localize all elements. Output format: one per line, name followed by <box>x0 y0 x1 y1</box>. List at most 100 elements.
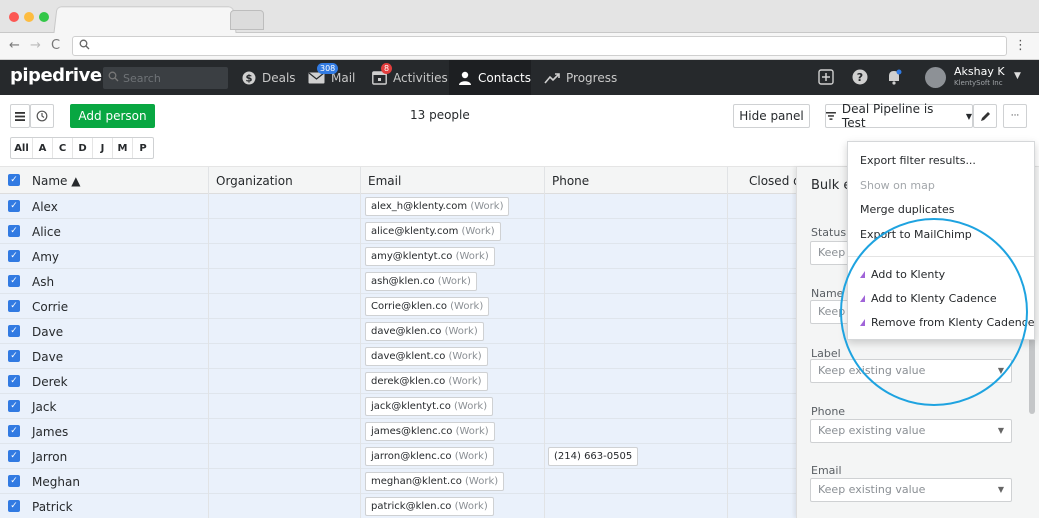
menu-item-export-to-mailchimp[interactable]: Export to MailChimp <box>860 228 972 241</box>
add-icon[interactable] <box>818 69 834 85</box>
letter-filter-a[interactable]: A <box>33 138 53 158</box>
person-name[interactable]: Alex <box>32 200 58 214</box>
letter-filter-c[interactable]: C <box>53 138 73 158</box>
email-value[interactable]: james@klenc.co (Work) <box>365 422 495 441</box>
row-checkbox[interactable]: ✓ <box>8 300 20 312</box>
email-value[interactable]: Corrie@klen.co (Work) <box>365 297 490 316</box>
user-name[interactable]: Akshay K <box>954 65 1005 78</box>
phone-value[interactable]: (214) 663-0505 <box>548 447 639 466</box>
bell-icon[interactable] <box>886 69 902 85</box>
hide-panel-button[interactable]: Hide panel <box>733 104 810 128</box>
email-value[interactable]: amy@klentyt.co (Work) <box>365 247 495 266</box>
email-value[interactable]: patrick@klen.co (Work) <box>365 497 494 516</box>
table-row[interactable]: ✓ Corrie Corrie@klen.co (Work) <box>0 294 800 319</box>
pipedrive-logo[interactable]: pipedrive <box>10 65 102 86</box>
email-value[interactable]: ash@klen.co (Work) <box>365 272 477 291</box>
menu-item-export-filter-results[interactable]: Export filter results... <box>860 154 976 167</box>
nav-activities[interactable]: Activities 8 <box>364 60 456 95</box>
nav-progress[interactable]: Progress <box>536 60 625 95</box>
table-row[interactable]: ✓ Alice alice@klenty.com (Work) <box>0 219 800 244</box>
table-row[interactable]: ✓ James james@klenc.co (Work) <box>0 419 800 444</box>
maximize-window-button[interactable] <box>39 12 49 22</box>
browser-tab[interactable] <box>53 6 237 35</box>
row-checkbox[interactable]: ✓ <box>8 475 20 487</box>
email-value[interactable]: dave@klen.co (Work) <box>365 322 484 341</box>
search-input[interactable] <box>123 70 223 86</box>
table-row[interactable]: ✓ Alex alex_h@klenty.com (Work) <box>0 194 800 219</box>
person-name[interactable]: Corrie <box>32 300 68 314</box>
letter-filter-all[interactable]: All <box>11 138 33 158</box>
email-value[interactable]: dave@klent.co (Work) <box>365 347 488 366</box>
person-name[interactable]: Dave <box>32 325 63 339</box>
minimize-window-button[interactable] <box>24 12 34 22</box>
table-row[interactable]: ✓ Amy amy@klentyt.co (Work) <box>0 244 800 269</box>
list-view-button[interactable] <box>10 104 30 128</box>
more-options-button[interactable]: ··· <box>1003 104 1027 128</box>
column-header-name[interactable]: Name ▲ <box>32 174 80 188</box>
search-box[interactable] <box>103 67 228 89</box>
person-name[interactable]: Jarron <box>32 450 67 464</box>
table-row[interactable]: ✓ Dave dave@klen.co (Work) <box>0 319 800 344</box>
filter-dropdown[interactable]: Deal Pipeline is Test ▼ <box>825 102 973 130</box>
new-tab-button[interactable] <box>230 10 264 30</box>
menu-item-merge-duplicates[interactable]: Merge duplicates <box>860 203 954 216</box>
person-name[interactable]: Derek <box>32 375 68 389</box>
column-header-organization[interactable]: Organization <box>216 174 293 188</box>
email-select[interactable]: Keep existing value ▼ <box>810 478 1012 502</box>
email-value[interactable]: alex_h@klenty.com (Work) <box>365 197 510 216</box>
table-row[interactable]: ✓ Dave dave@klent.co (Work) <box>0 344 800 369</box>
menu-item-remove-from-klenty-cadence[interactable]: Remove from Klenty Cadence <box>860 316 1035 329</box>
table-row[interactable]: ✓ Patrick patrick@klen.co (Work) <box>0 494 800 518</box>
chevron-down-icon[interactable]: ▼ <box>1014 71 1021 81</box>
label-select[interactable]: Keep existing value ▼ <box>810 359 1012 383</box>
row-checkbox[interactable]: ✓ <box>8 250 20 262</box>
row-checkbox[interactable]: ✓ <box>8 275 20 287</box>
email-value[interactable]: jack@klentyt.co (Work) <box>365 397 494 416</box>
table-row[interactable]: ✓ Derek derek@klen.co (Work) <box>0 369 800 394</box>
row-checkbox[interactable]: ✓ <box>8 400 20 412</box>
avatar[interactable] <box>925 67 946 88</box>
email-value[interactable]: jarron@klenc.co (Work) <box>365 447 494 466</box>
menu-item-add-to-klenty[interactable]: Add to Klenty <box>860 268 945 281</box>
letter-filter-m[interactable]: M <box>113 138 133 158</box>
edit-filter-button[interactable] <box>973 104 997 128</box>
history-button[interactable] <box>30 104 54 128</box>
person-name[interactable]: Jack <box>32 400 56 414</box>
letter-filter-p[interactable]: P <box>133 138 153 158</box>
url-input[interactable] <box>72 36 1007 56</box>
table-row[interactable]: ✓ Meghan meghan@klent.co (Work) <box>0 469 800 494</box>
person-name[interactable]: Ash <box>32 275 54 289</box>
row-checkbox[interactable]: ✓ <box>8 450 20 462</box>
row-checkbox[interactable]: ✓ <box>8 350 20 362</box>
person-name[interactable]: Amy <box>32 250 59 264</box>
nav-contacts[interactable]: Contacts <box>449 60 531 95</box>
reload-icon[interactable]: C <box>51 38 60 54</box>
person-name[interactable]: Patrick <box>32 500 73 514</box>
table-row[interactable]: ✓ Jarron jarron@klenc.co (Work) (214) 663-0… <box>0 444 800 469</box>
add-person-button[interactable]: Add person <box>70 104 155 128</box>
menu-item-add-to-klenty-cadence[interactable]: Add to Klenty Cadence <box>860 292 997 305</box>
nav-mail[interactable]: Mail 308 <box>300 60 363 95</box>
row-checkbox[interactable]: ✓ <box>8 325 20 337</box>
nav-deals[interactable]: $ Deals <box>234 60 304 95</box>
column-header-phone[interactable]: Phone <box>552 174 589 188</box>
row-checkbox[interactable]: ✓ <box>8 500 20 512</box>
browser-menu-icon[interactable]: ⋮ <box>1014 38 1027 53</box>
person-name[interactable]: Alice <box>32 225 61 239</box>
person-name[interactable]: James <box>32 425 68 439</box>
forward-arrow-icon[interactable]: → <box>30 38 41 54</box>
person-name[interactable]: Meghan <box>32 475 80 489</box>
letter-filter-d[interactable]: D <box>73 138 93 158</box>
row-checkbox[interactable]: ✓ <box>8 225 20 237</box>
row-checkbox[interactable]: ✓ <box>8 375 20 387</box>
letter-filter-j[interactable]: J <box>93 138 113 158</box>
row-checkbox[interactable]: ✓ <box>8 200 20 212</box>
close-window-button[interactable] <box>9 12 19 22</box>
select-all-checkbox[interactable]: ✓ <box>8 174 20 186</box>
phone-select[interactable]: Keep existing value ▼ <box>810 419 1012 443</box>
person-name[interactable]: Dave <box>32 350 63 364</box>
email-value[interactable]: alice@klenty.com (Work) <box>365 222 501 241</box>
back-arrow-icon[interactable]: ← <box>9 38 20 54</box>
table-row[interactable]: ✓ Ash ash@klen.co (Work) <box>0 269 800 294</box>
email-value[interactable]: meghan@klent.co (Work) <box>365 472 505 491</box>
